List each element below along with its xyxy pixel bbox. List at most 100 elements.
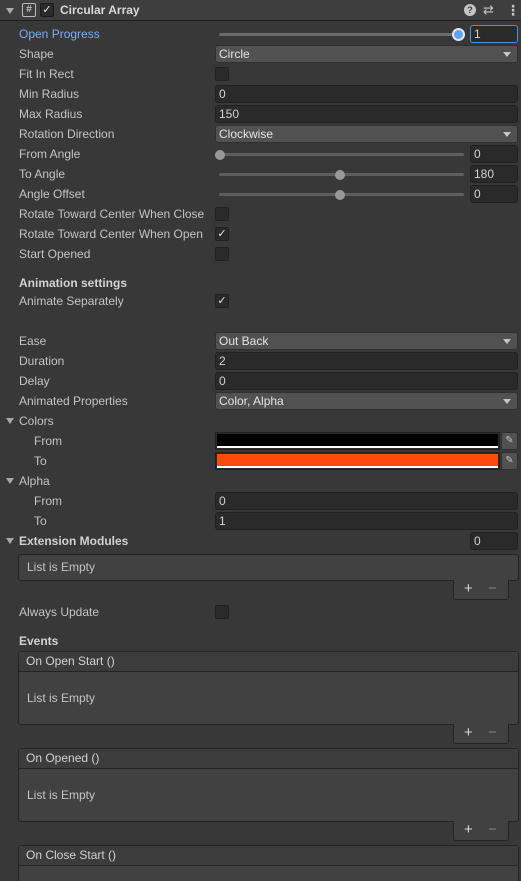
events-heading: Events xyxy=(19,634,59,648)
foldout-arrow-icon[interactable] xyxy=(6,8,14,14)
list-empty-text: List is Empty xyxy=(27,560,96,574)
event-add-remove: + − xyxy=(453,724,509,744)
component-title: Circular Array xyxy=(60,3,140,17)
animated-properties-dropdown[interactable]: Color, Alpha xyxy=(215,392,518,410)
shape-label: Shape xyxy=(19,47,54,61)
alpha-from-field[interactable]: 0 xyxy=(215,492,518,510)
from-angle-slider-knob[interactable] xyxy=(215,150,225,160)
colors-from-label: From xyxy=(34,434,62,448)
colors-to-label: To xyxy=(34,454,47,468)
fit-in-rect-label: Fit In Rect xyxy=(19,67,74,81)
animate-separately-label: Animate Separately xyxy=(19,294,124,308)
alpha-to-label: To xyxy=(34,514,47,528)
list-empty-text: List is Empty xyxy=(27,691,96,705)
event-header: On Opened () xyxy=(19,749,518,769)
animated-properties-label: Animated Properties xyxy=(19,394,128,408)
extension-modules-label[interactable]: Extension Modules xyxy=(19,531,128,551)
add-item-button[interactable]: + xyxy=(464,580,473,598)
add-item-button[interactable]: + xyxy=(464,724,473,742)
alpha-label[interactable]: Alpha xyxy=(19,471,50,491)
colors-to-field[interactable] xyxy=(215,452,500,470)
ease-dropdown[interactable]: Out Back xyxy=(215,332,518,350)
always-update-label: Always Update xyxy=(19,605,100,619)
remove-item-button[interactable]: − xyxy=(488,821,497,839)
to-angle-slider-knob[interactable] xyxy=(335,170,345,180)
start-opened-checkbox[interactable] xyxy=(215,247,229,261)
event-header: On Open Start () xyxy=(19,652,518,672)
extension-modules-list: List is Empty xyxy=(18,554,519,581)
event-on-opened: On Opened () List is Empty xyxy=(18,748,519,822)
rotation-direction-dropdown[interactable]: Clockwise xyxy=(215,125,518,143)
rotation-direction-value: Clockwise xyxy=(219,127,274,141)
delay-label: Delay xyxy=(19,374,50,388)
script-icon: # xyxy=(22,3,36,17)
animate-separately-checkbox[interactable]: ✓ xyxy=(215,294,229,308)
duration-label: Duration xyxy=(19,354,65,368)
rotate-close-label: Rotate Toward Center When Close xyxy=(19,207,205,221)
angle-offset-field[interactable]: 0 xyxy=(470,185,518,203)
from-angle-label: From Angle xyxy=(19,147,81,161)
open-progress-label: Open Progress xyxy=(19,27,100,41)
preset-icon[interactable]: ⇄ xyxy=(483,2,494,18)
animated-properties-value: Color, Alpha xyxy=(219,394,284,408)
colors-label[interactable]: Colors xyxy=(19,411,54,431)
alpha-to-field[interactable]: 1 xyxy=(215,512,518,530)
rotation-direction-label: Rotation Direction xyxy=(19,127,115,141)
extension-modules-add-remove: + − xyxy=(453,580,509,600)
open-progress-slider-knob[interactable] xyxy=(452,28,465,41)
event-add-remove: + − xyxy=(453,821,509,841)
open-progress-field[interactable]: 1 xyxy=(470,25,518,43)
angle-offset-label: Angle Offset xyxy=(19,187,85,201)
colors-to-swatch xyxy=(217,454,498,466)
chevron-down-icon xyxy=(503,132,511,137)
max-radius-field[interactable]: 150 xyxy=(215,105,518,123)
always-update-checkbox[interactable] xyxy=(215,605,229,619)
colors-from-alpha-bar xyxy=(217,446,498,448)
extension-modules-foldout-icon[interactable] xyxy=(6,538,14,544)
rotate-open-checkbox[interactable]: ✓ xyxy=(215,227,229,241)
duration-field[interactable]: 2 xyxy=(215,352,518,370)
chevron-down-icon xyxy=(503,399,511,404)
colors-to-alpha-bar xyxy=(217,466,498,468)
alpha-from-label: From xyxy=(34,494,62,508)
min-radius-field[interactable]: 0 xyxy=(215,85,518,103)
to-angle-label: To Angle xyxy=(19,167,66,181)
delay-field[interactable]: 0 xyxy=(215,372,518,390)
from-angle-field[interactable]: 0 xyxy=(470,145,518,163)
ease-label: Ease xyxy=(19,334,47,348)
chevron-down-icon xyxy=(503,52,511,57)
eyedropper-icon[interactable]: ✎ xyxy=(501,432,518,450)
shape-dropdown[interactable]: Circle xyxy=(215,45,518,63)
min-radius-label: Min Radius xyxy=(19,87,80,101)
context-menu-icon[interactable]: ⋮ xyxy=(506,2,520,18)
event-on-close-start: On Close Start () xyxy=(18,845,519,881)
animation-settings-heading: Animation settings xyxy=(19,276,128,290)
event-on-open-start: On Open Start () List is Empty xyxy=(18,651,519,725)
remove-item-button[interactable]: − xyxy=(488,580,497,598)
open-progress-slider-track[interactable] xyxy=(219,33,463,36)
colors-foldout-icon[interactable] xyxy=(6,418,14,424)
start-opened-label: Start Opened xyxy=(19,247,91,261)
angle-offset-slider-knob[interactable] xyxy=(335,190,345,200)
eyedropper-icon[interactable]: ✎ xyxy=(501,452,518,470)
help-icon[interactable]: ? xyxy=(464,4,476,16)
component-enabled-checkbox[interactable]: ✓ xyxy=(40,3,54,17)
extension-modules-count-field[interactable]: 0 xyxy=(470,532,518,550)
from-angle-slider-track[interactable] xyxy=(219,153,464,156)
colors-from-field[interactable] xyxy=(215,432,500,450)
ease-value: Out Back xyxy=(219,334,269,348)
alpha-foldout-icon[interactable] xyxy=(6,478,14,484)
colors-from-swatch xyxy=(217,434,498,446)
max-radius-label: Max Radius xyxy=(19,107,83,121)
shape-value: Circle xyxy=(219,47,250,61)
rotate-open-label: Rotate Toward Center When Open xyxy=(19,227,203,241)
event-header: On Close Start () xyxy=(19,846,518,866)
rotate-close-checkbox[interactable] xyxy=(215,207,229,221)
component-header: # ✓ Circular Array ? ⇄ ⋮ xyxy=(0,0,521,21)
chevron-down-icon xyxy=(503,339,511,344)
remove-item-button[interactable]: − xyxy=(488,724,497,742)
fit-in-rect-checkbox[interactable] xyxy=(215,67,229,81)
add-item-button[interactable]: + xyxy=(464,821,473,839)
to-angle-field[interactable]: 180 xyxy=(470,165,518,183)
list-empty-text: List is Empty xyxy=(27,788,96,802)
